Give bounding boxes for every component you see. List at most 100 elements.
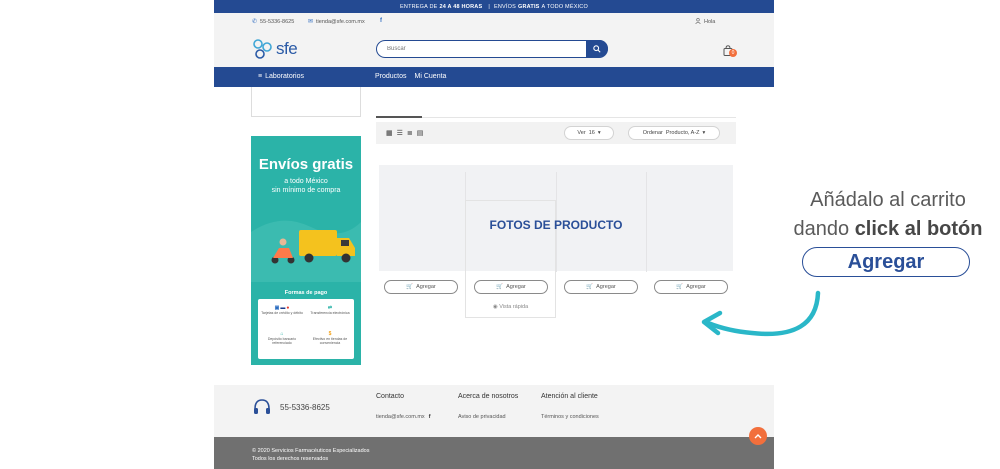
site-header: sfe 0 (214, 30, 774, 67)
banner-subtitle-line2: sin mínimo de compra (271, 187, 341, 194)
topbar-phone-text: 55-5336-8625 (260, 18, 295, 25)
add-button-label: Agregar (416, 284, 436, 290)
compact-list-icon[interactable]: ▤ (417, 129, 424, 137)
facebook-link[interactable]: f (380, 18, 382, 24)
greeting-text: Hola (704, 19, 716, 25)
active-tab-indicator (376, 116, 422, 118)
detail-list-icon[interactable]: ≣ (407, 129, 413, 137)
topbar-phone[interactable]: ✆ 55-5336-8625 (252, 18, 295, 26)
facebook-icon[interactable]: f (429, 414, 431, 420)
product-photos-placeholder: FOTOS DE PRODUCTO (489, 218, 623, 232)
payment-methods: ▣ ▬ ● Tarjetas de crédito y débito ⇄ Tra… (258, 299, 354, 359)
top-bar: ✆ 55-5336-8625 ✉ tienda@sfe.com.mx f Hol… (214, 13, 774, 30)
main-nav: ≡ Laboratorios Productos Mi Cuenta (214, 67, 774, 87)
footer-support: Atención al cliente Términos y condicion… (541, 393, 599, 420)
sort-value: Producto, A-Z (665, 130, 700, 136)
nav-link-products[interactable]: Productos (375, 73, 407, 80)
sidebar-filter-box (251, 87, 361, 117)
footer-phone-text: 55-5336-8625 (280, 402, 330, 412)
curved-arrow-icon (701, 290, 821, 337)
cart-count-badge: 0 (729, 49, 737, 57)
footer-support-title: Atención al cliente (541, 393, 598, 400)
hamburger-icon: ≡ (258, 73, 263, 80)
footer-email-link[interactable]: tienda@sfe.com.mx (376, 414, 425, 420)
sort-label: Ordenar (642, 130, 663, 136)
payment-cash-label: Efectivo en tiendas de conveniencia (312, 337, 348, 345)
footer-about: Acerca de nosotros Aviso de privacidad (458, 393, 518, 420)
search-input[interactable] (387, 43, 577, 55)
instruction-text: Añádalo al carrito dando click al botón (776, 186, 1000, 244)
copyright-bar: © 2020 Servicios Farmacéuticos Especiali… (214, 437, 774, 469)
rights-text: Todos los derechos reservados (252, 456, 329, 462)
instruction-line1: Añádalo al carrito (810, 189, 966, 211)
terms-link[interactable]: Términos y condiciones (541, 414, 599, 420)
payment-deposit: ⌂ Depósito bancario referenciado (260, 331, 304, 345)
payment-deposit-label: Depósito bancario referenciado (267, 337, 297, 345)
cart-button[interactable]: 0 (723, 43, 737, 61)
per-page-label: Ver (577, 130, 586, 136)
view-mode-switcher: ▦ ☰ ≣ ▤ (386, 129, 423, 137)
per-page-value: 16 (588, 130, 595, 136)
promo-bold-delivery: 24 A 48 HORAS (439, 3, 483, 10)
list-view-icon[interactable]: ☰ (397, 129, 403, 137)
tab-divider (422, 117, 736, 118)
payment-transfer-label: Transferencia electrónica (310, 311, 350, 315)
topbar-email[interactable]: ✉ tienda@sfe.com.mx (308, 18, 365, 26)
promo-text-mexico: A TODO MÉXICO (541, 3, 588, 10)
sort-select[interactable]: Ordenar Producto, A-Z ▾ (628, 126, 720, 140)
quick-view-link[interactable]: ◉ Vista rápida (465, 304, 556, 310)
banner-subtitle: a todo México sin mínimo de compra (251, 177, 361, 195)
add-button-label: Agregar (596, 284, 616, 290)
payment-transfer: ⇄ Transferencia electrónica (308, 305, 352, 315)
user-icon (695, 18, 701, 26)
headset-icon (254, 399, 270, 414)
account-greeting[interactable]: Hola (695, 18, 715, 26)
instruction-line2: dando click al botón (776, 215, 1000, 244)
nav-link-account[interactable]: Mi Cuenta (415, 73, 447, 80)
grid-view-icon[interactable]: ▦ (386, 129, 393, 137)
payment-cash: $ Efectivo en tiendas de conveniencia (308, 331, 352, 345)
facebook-icon: f (380, 18, 382, 24)
add-to-cart-button[interactable]: 🛒 Agregar (384, 280, 458, 294)
per-page-select[interactable]: Ver 16 ▾ (564, 126, 614, 140)
category-menu-label: Laboratorios (265, 73, 305, 80)
caret-down-icon: ▾ (597, 130, 601, 136)
site-footer: 55-5336-8625 Contacto tienda@sfe.com.mx … (214, 385, 774, 437)
mail-icon: ✉ (308, 19, 314, 25)
add-to-cart-button[interactable]: 🛒 Agregar (474, 280, 548, 294)
privacy-link[interactable]: Aviso de privacidad (458, 414, 506, 420)
footer-phone[interactable]: 55-5336-8625 (252, 397, 330, 417)
promo-separator: | (488, 3, 490, 10)
search-button[interactable] (586, 40, 608, 57)
free-shipping-banner[interactable]: Envíos gratis a todo México sin mínimo d… (251, 136, 361, 365)
add-button-label: Agregar (506, 284, 526, 290)
promo-text: ENTREGA DE (400, 3, 438, 10)
caret-down-icon: ▾ (702, 130, 706, 136)
site-logo[interactable]: sfe (252, 38, 298, 60)
cart-add-icon: 🛒 (406, 284, 414, 290)
phone-icon: ✆ (252, 19, 258, 25)
eye-icon: ◉ (492, 304, 498, 310)
banner-subtitle-line1: a todo México (284, 178, 328, 185)
chevron-up-icon (754, 434, 762, 439)
tutorial-canvas: ENTREGA DE 24 A 48 HORAS | ENVÍOS GRATIS… (0, 0, 1000, 469)
shop-page: ENTREGA DE 24 A 48 HORAS | ENVÍOS GRATIS… (214, 0, 774, 469)
instruction-line2-plain: dando (793, 218, 850, 240)
promo-text-shipping: ENVÍOS (493, 3, 516, 10)
footer-about-title: Acerca de nosotros (458, 393, 519, 400)
scroll-to-top-button[interactable] (749, 427, 767, 445)
delivery-truck-illustration (251, 220, 361, 282)
logo-text: sfe (276, 39, 298, 58)
copyright-text: © 2020 Servicios Farmacéuticos Especiali… (252, 448, 370, 454)
footer-contact-title: Contacto (376, 393, 405, 400)
payment-card-label: Tarjetas de crédito y débito (261, 311, 303, 315)
promo-bar: ENTREGA DE 24 A 48 HORAS | ENVÍOS GRATIS… (214, 0, 774, 13)
payment-card: ▣ ▬ ● Tarjetas de crédito y débito (260, 305, 304, 315)
listing-toolbar: ▦ ☰ ≣ ▤ Ver 16 ▾ Ordenar Producto, A-Z ▾ (376, 122, 736, 144)
category-menu[interactable]: ≡ Laboratorios (258, 73, 304, 80)
add-to-cart-button[interactable]: 🛒 Agregar (564, 280, 638, 294)
banner-title: Envíos gratis (258, 156, 354, 173)
instruction-button-sample: Agregar (802, 247, 970, 277)
footer-contact: Contacto tienda@sfe.com.mx f (376, 393, 431, 420)
quick-view-label: Vista rápida (499, 304, 529, 310)
